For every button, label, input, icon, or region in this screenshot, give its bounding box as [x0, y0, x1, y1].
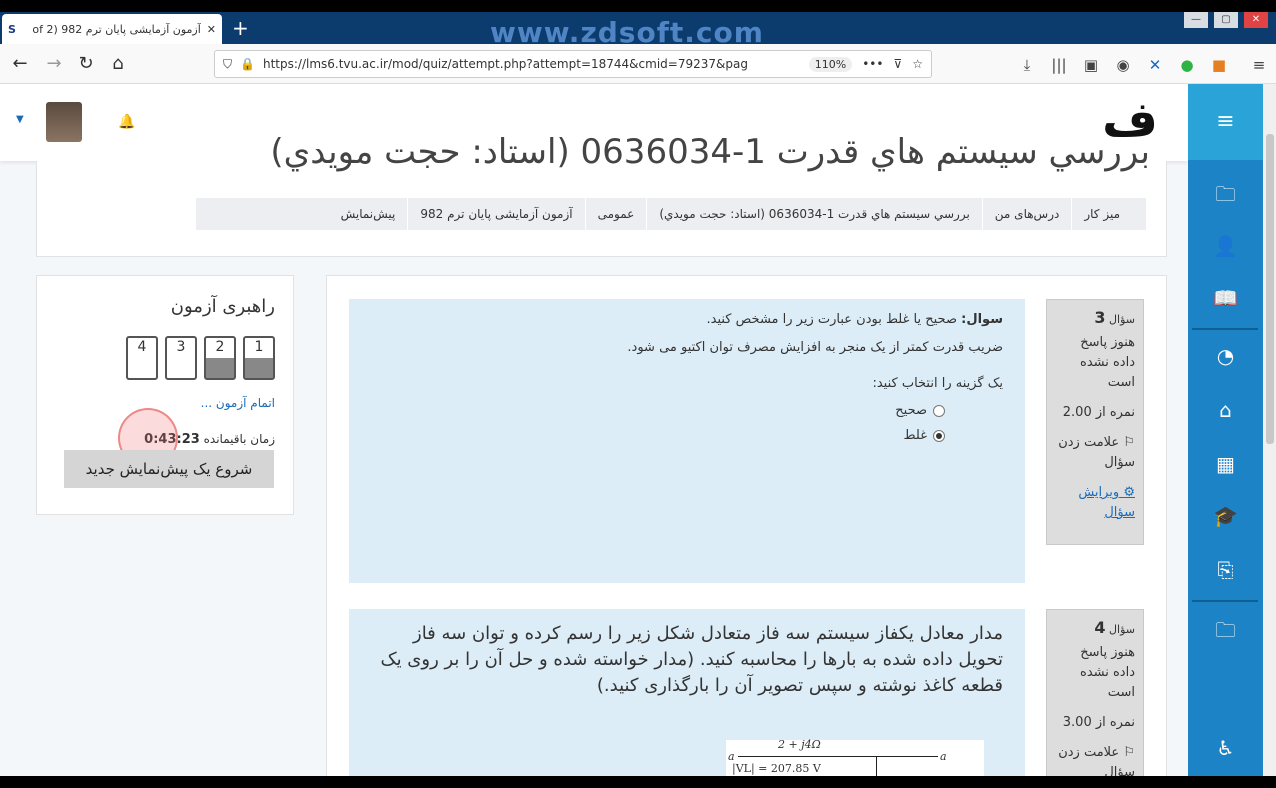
- site-favicon: S: [8, 22, 16, 36]
- forward-icon[interactable]: →: [42, 52, 66, 76]
- quiz-nav-button-4[interactable]: 4: [126, 336, 158, 380]
- question-status: هنوز پاسخ داده نشده است: [1080, 335, 1135, 390]
- download-icon[interactable]: ⤓: [1016, 56, 1038, 74]
- graduation-cap-icon[interactable]: 🎓: [1188, 504, 1263, 528]
- close-icon[interactable]: ✕: [207, 23, 216, 36]
- window-controls: — ▢ ✕: [1184, 12, 1268, 28]
- option-false[interactable]: غلط: [371, 428, 945, 443]
- finish-attempt-link[interactable]: اتمام آزمون ...: [201, 396, 275, 410]
- gear-icon: ⚙: [1123, 485, 1135, 500]
- dashboard-icon[interactable]: ◔: [1188, 344, 1263, 368]
- close-window-icon[interactable]: ✕: [1244, 12, 1268, 28]
- browser-tab[interactable]: ✕ آزمون آزمایشی پایان ترم 982 (2 of S: [2, 14, 222, 44]
- url-bar[interactable]: ⛉ 🔒 https://lms6.tvu.ac.ir/mod/quiz/atte…: [214, 50, 932, 78]
- breadcrumb: میز کار درس‌های من بررسي سيستم هاي قدرت …: [196, 198, 1146, 230]
- book-icon[interactable]: 📖: [1188, 286, 1263, 310]
- breadcrumb-item[interactable]: آزمون آزمایشی پایان ترم 982: [407, 198, 584, 230]
- extension-x-icon[interactable]: ✕: [1144, 56, 1166, 74]
- breadcrumb-item[interactable]: پیش‌نمایش: [329, 198, 408, 230]
- breadcrumb-item[interactable]: میز کار: [1071, 198, 1132, 230]
- library-icon[interactable]: |||: [1048, 56, 1070, 74]
- folder-icon-2[interactable]: 🗀: [1188, 616, 1263, 650]
- bell-icon[interactable]: 🔔: [118, 114, 135, 130]
- home-nav-icon[interactable]: ⌂: [1188, 398, 1263, 422]
- back-icon[interactable]: ←: [8, 52, 32, 76]
- question-mark: نمره از 2.00: [1062, 405, 1135, 420]
- radio-false[interactable]: [933, 429, 945, 442]
- folder-icon[interactable]: 🗀: [1188, 180, 1263, 214]
- circuit-voltage-label: |VL| = 207.85 V: [732, 762, 821, 775]
- option-true[interactable]: صحیح: [371, 403, 945, 418]
- question-content-3: سوال: صحیح یا غلط بودن عبارت زیر را مشخص…: [349, 299, 1025, 583]
- new-tab-button[interactable]: +: [232, 16, 249, 40]
- sidebar-icon[interactable]: ▣: [1080, 56, 1102, 74]
- question-info-4: سؤال 4 هنوز پاسخ داده نشده است نمره از 3…: [1046, 609, 1144, 779]
- users-icon[interactable]: 👤: [1188, 234, 1263, 258]
- files-icon[interactable]: ⎘: [1188, 558, 1263, 582]
- sidebar-divider: [1192, 600, 1258, 602]
- screen-top-bar: [0, 0, 1276, 12]
- hamburger-icon[interactable]: ≡: [1188, 84, 1263, 160]
- sidebar-divider: [1192, 328, 1258, 330]
- avatar[interactable]: [46, 102, 82, 142]
- quiz-nav-button-2[interactable]: 2: [204, 336, 236, 380]
- question-text: مدار معادل یکفاز سیستم سه فاز متعادل شکل…: [380, 623, 1003, 696]
- accessibility-icon[interactable]: ♿: [1188, 736, 1263, 760]
- scrollbar-thumb[interactable]: [1266, 134, 1274, 444]
- quiz-nav-button-3[interactable]: 3: [165, 336, 197, 380]
- chevron-down-icon[interactable]: ▼: [16, 114, 24, 125]
- breadcrumb-item[interactable]: عمومی: [584, 198, 647, 230]
- circuit-figure: a 2 + j4Ω |VL| = 207.85 V a: [726, 738, 984, 780]
- maximize-icon[interactable]: ▢: [1214, 12, 1238, 28]
- question-statement: ضریب قدرت کمتر از یک منجر به افزایش مصرف…: [627, 340, 1003, 355]
- question-number: سؤال 4: [1094, 618, 1135, 637]
- page-scrollbar[interactable]: [1264, 84, 1276, 788]
- pocket-icon[interactable]: ⊽: [893, 57, 902, 71]
- radio-true[interactable]: [933, 404, 945, 417]
- lock-icon: 🔒: [240, 57, 255, 71]
- extension-orange-icon[interactable]: ■: [1208, 56, 1230, 74]
- right-sidebar: ≡ 🗀 👤 📖 ◔ ⌂ ▦ 🎓 ⎘ 🗀 ♿: [1188, 84, 1263, 788]
- navigation-bar: ← → ↻ ⌂ ⛉ 🔒 https://lms6.tvu.ac.ir/mod/q…: [0, 44, 1276, 84]
- extension-green-icon[interactable]: ●: [1176, 56, 1198, 74]
- edit-question-link[interactable]: ⚙ ویرایش سؤال: [1055, 483, 1135, 523]
- question-status: هنوز پاسخ داده نشده است: [1080, 645, 1135, 700]
- home-icon[interactable]: ⌂: [106, 52, 130, 76]
- question-text: سوال: صحیح یا غلط بودن عبارت زیر را مشخص…: [706, 312, 1004, 327]
- account-icon[interactable]: ◉: [1112, 56, 1134, 74]
- quiz-nav-title: راهبری آزمون: [170, 296, 275, 317]
- start-new-preview-button[interactable]: شروع یک پیش‌نمایش جدید: [64, 450, 274, 488]
- flag-question[interactable]: ⚐ علامت زدن سؤال: [1055, 433, 1135, 473]
- circuit-node-label-right: a: [940, 750, 947, 763]
- course-title: بررسي سيستم هاي قدرت 1-0636034 (استاد: ح…: [270, 132, 1150, 172]
- screen-bottom-bar: [0, 776, 1276, 788]
- answer-prompt: یک گزینه را انتخاب کنید:: [872, 376, 1003, 391]
- flag-question[interactable]: ⚐ علامت زدن سؤال: [1055, 743, 1135, 778]
- tab-title: آزمون آزمایشی پایان ترم 982 (2 of: [32, 22, 201, 36]
- question-info-3: سؤال 3 هنوز پاسخ داده نشده است نمره از 2…: [1046, 299, 1144, 545]
- calendar-icon[interactable]: ▦: [1188, 452, 1263, 476]
- breadcrumb-item[interactable]: درس‌های من: [981, 198, 1072, 230]
- menu-icon[interactable]: ≡: [1248, 56, 1270, 74]
- breadcrumb-item[interactable]: بررسي سيستم هاي قدرت 1-0636034 (استاد: ح…: [646, 198, 981, 230]
- quiz-nav-button-1[interactable]: 1: [243, 336, 275, 380]
- reload-icon[interactable]: ↻: [74, 52, 98, 76]
- flag-icon: ⚐: [1123, 745, 1135, 760]
- zoom-level[interactable]: 110%: [808, 56, 853, 72]
- question-number: سؤال 3: [1094, 308, 1135, 327]
- circuit-impedance-label: 2 + j4Ω: [778, 738, 821, 751]
- more-icon[interactable]: •••: [862, 57, 883, 71]
- flag-icon: ⚐: [1123, 435, 1135, 450]
- circuit-wire: [738, 756, 938, 757]
- shield-icon: ⛉: [223, 56, 233, 71]
- question-mark: نمره از 3.00: [1062, 715, 1135, 730]
- url-text[interactable]: https://lms6.tvu.ac.ir/mod/quiz/attempt.…: [263, 57, 799, 71]
- star-icon[interactable]: ☆: [912, 57, 923, 71]
- minimize-icon[interactable]: —: [1184, 12, 1208, 28]
- timer-label: زمان باقیمانده: [203, 432, 275, 446]
